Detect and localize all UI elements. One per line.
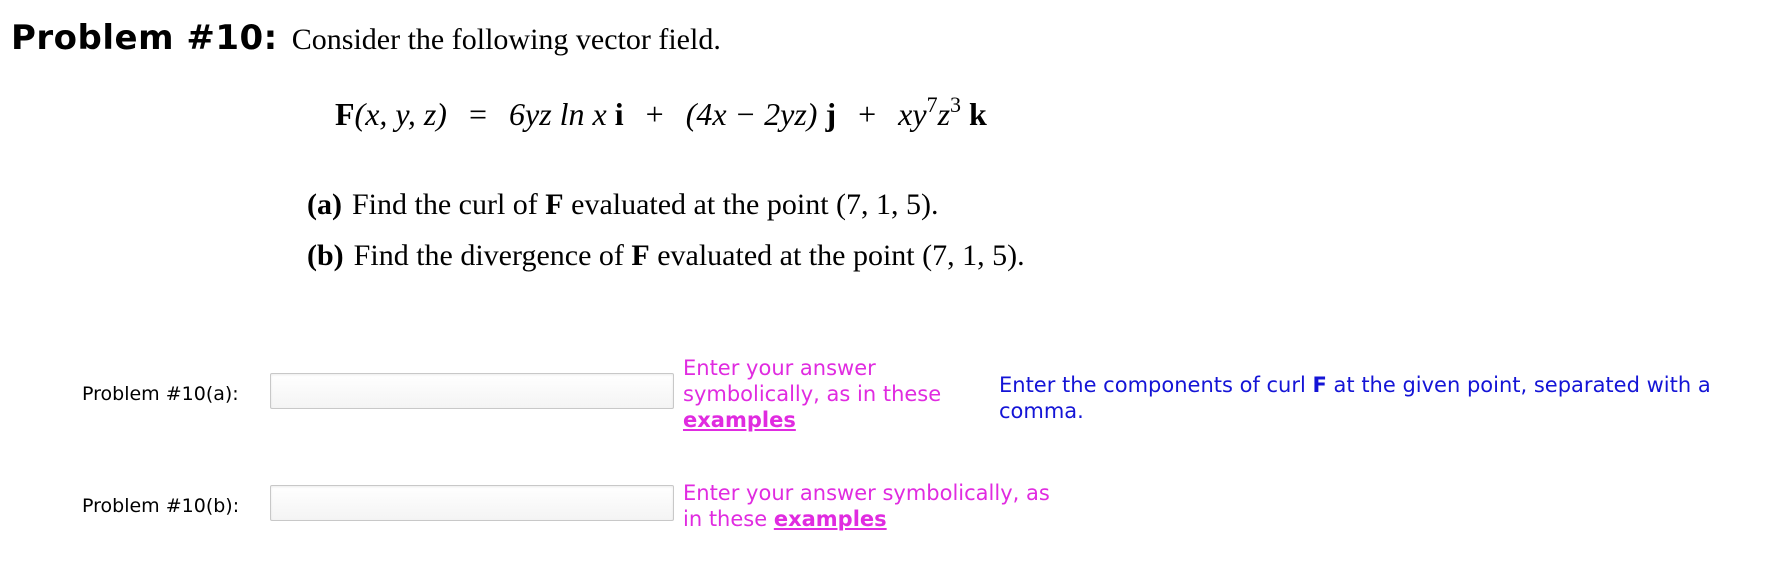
answer-a-note-pre: Enter the components of curl xyxy=(999,373,1313,397)
part-b-post: evaluated at the point (7, 1, 5). xyxy=(649,239,1025,272)
eq-F: F xyxy=(335,96,355,132)
answer-a-note-F: F xyxy=(1312,373,1327,397)
part-b-question: (b) Find the divergence of F evaluated at… xyxy=(307,239,1025,273)
eq-equals: = xyxy=(468,96,487,132)
problem-number: Problem #10: xyxy=(11,18,278,58)
answer-b-examples-link[interactable]: examples xyxy=(774,507,887,531)
part-a-letter: (a) xyxy=(307,188,342,221)
answer-b-hint: Enter your answer symbolically, as in th… xyxy=(683,480,1063,532)
part-b-letter: (b) xyxy=(307,239,344,272)
eq-plus2: + xyxy=(858,96,877,132)
vector-field-equation: F(x, y, z) = 6yz ln x i + (4x − 2yz) j +… xyxy=(335,94,987,133)
eq-term2: (4x − 2yz) xyxy=(685,96,818,132)
part-a-F: F xyxy=(545,188,564,221)
answer-b-input[interactable] xyxy=(270,485,674,521)
answer-a-label: Problem #10(a): xyxy=(82,383,239,405)
problem-intro: Consider the following vector field. xyxy=(291,23,721,56)
problem-header: Problem #10: Consider the following vecto… xyxy=(11,18,721,58)
eq-term3-exp2: 3 xyxy=(950,92,962,117)
eq-term1: 6yz ln x xyxy=(509,96,607,132)
eq-args: (x, y, z) xyxy=(354,96,447,132)
eq-i-vec: i xyxy=(614,96,624,132)
answer-a-examples-link[interactable]: examples xyxy=(683,408,796,432)
part-b-pre: Find the divergence of xyxy=(353,239,632,272)
part-a-question: (a) Find the curl of F evaluated at the p… xyxy=(307,188,939,222)
answer-b-label: Problem #10(b): xyxy=(82,495,240,517)
eq-term3-exp1: 7 xyxy=(926,92,938,117)
part-b-F: F xyxy=(631,239,650,272)
answer-a-note: Enter the components of curl F at the gi… xyxy=(999,372,1759,424)
answer-a-input[interactable] xyxy=(270,373,674,409)
eq-j-vec: j xyxy=(825,96,837,132)
eq-term3-z: z xyxy=(937,96,951,132)
part-a-post: evaluated at the point (7, 1, 5). xyxy=(563,188,939,221)
part-a-pre: Find the curl of xyxy=(351,188,546,221)
answer-a-hint: Enter your answer symbolically, as in th… xyxy=(683,355,983,433)
answer-a-hint-text: Enter your answer symbolically, as in th… xyxy=(683,356,942,406)
eq-k-vec: k xyxy=(969,96,987,132)
eq-term3-base: xy xyxy=(898,96,927,132)
eq-plus1: + xyxy=(645,96,664,132)
